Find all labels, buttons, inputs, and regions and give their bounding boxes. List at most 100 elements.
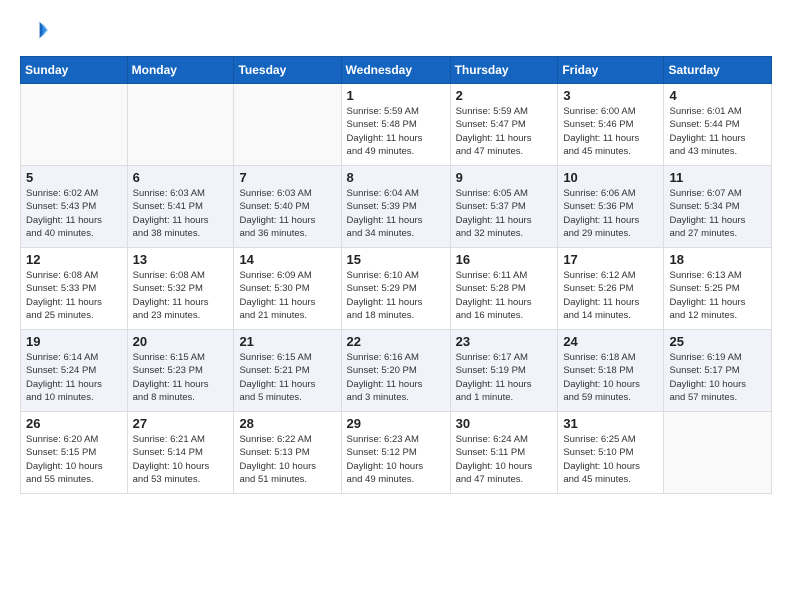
calendar-cell	[21, 84, 128, 166]
day-number: 5	[26, 170, 122, 185]
calendar-cell: 1 Sunrise: 5:59 AM Sunset: 5:48 PM Daylig…	[341, 84, 450, 166]
day-info: Sunrise: 6:11 AM Sunset: 5:28 PM Dayligh…	[456, 269, 553, 322]
logo	[20, 16, 52, 44]
day-number: 6	[133, 170, 229, 185]
day-number: 7	[239, 170, 335, 185]
calendar-cell: 23 Sunrise: 6:17 AM Sunset: 5:19 PM Dayli…	[450, 330, 558, 412]
day-info: Sunrise: 6:17 AM Sunset: 5:19 PM Dayligh…	[456, 351, 553, 404]
day-info: Sunrise: 5:59 AM Sunset: 5:48 PM Dayligh…	[347, 105, 445, 158]
day-info: Sunrise: 6:14 AM Sunset: 5:24 PM Dayligh…	[26, 351, 122, 404]
calendar-cell: 4 Sunrise: 6:01 AM Sunset: 5:44 PM Daylig…	[664, 84, 772, 166]
day-number: 16	[456, 252, 553, 267]
day-number: 28	[239, 416, 335, 431]
calendar-cell: 27 Sunrise: 6:21 AM Sunset: 5:14 PM Dayli…	[127, 412, 234, 494]
day-info: Sunrise: 6:10 AM Sunset: 5:29 PM Dayligh…	[347, 269, 445, 322]
day-info: Sunrise: 6:15 AM Sunset: 5:21 PM Dayligh…	[239, 351, 335, 404]
day-info: Sunrise: 6:03 AM Sunset: 5:41 PM Dayligh…	[133, 187, 229, 240]
calendar-cell: 31Sunrise: 6:25 AM Sunset: 5:10 PM Dayli…	[558, 412, 664, 494]
day-info: Sunrise: 6:22 AM Sunset: 5:13 PM Dayligh…	[239, 433, 335, 486]
day-number: 25	[669, 334, 766, 349]
calendar-cell: 10Sunrise: 6:06 AM Sunset: 5:36 PM Dayli…	[558, 166, 664, 248]
day-number: 17	[563, 252, 658, 267]
day-info: Sunrise: 6:05 AM Sunset: 5:37 PM Dayligh…	[456, 187, 553, 240]
day-info: Sunrise: 6:20 AM Sunset: 5:15 PM Dayligh…	[26, 433, 122, 486]
day-number: 27	[133, 416, 229, 431]
day-info: Sunrise: 6:24 AM Sunset: 5:11 PM Dayligh…	[456, 433, 553, 486]
logo-icon	[20, 16, 48, 44]
page: SundayMondayTuesdayWednesdayThursdayFrid…	[0, 0, 792, 612]
calendar-cell: 19 Sunrise: 6:14 AM Sunset: 5:24 PM Dayli…	[21, 330, 128, 412]
calendar-cell: 15 Sunrise: 6:10 AM Sunset: 5:29 PM Dayli…	[341, 248, 450, 330]
day-number: 11	[669, 170, 766, 185]
weekday-header: Tuesday	[234, 57, 341, 84]
weekday-header: Thursday	[450, 57, 558, 84]
day-number: 13	[133, 252, 229, 267]
calendar-cell: 9 Sunrise: 6:05 AM Sunset: 5:37 PM Daylig…	[450, 166, 558, 248]
calendar-cell: 26 Sunrise: 6:20 AM Sunset: 5:15 PM Dayli…	[21, 412, 128, 494]
calendar-cell	[664, 412, 772, 494]
weekday-header: Friday	[558, 57, 664, 84]
day-number: 30	[456, 416, 553, 431]
day-number: 15	[347, 252, 445, 267]
day-info: Sunrise: 5:59 AM Sunset: 5:47 PM Dayligh…	[456, 105, 553, 158]
weekday-header-row: SundayMondayTuesdayWednesdayThursdayFrid…	[21, 57, 772, 84]
calendar-cell: 17 Sunrise: 6:12 AM Sunset: 5:26 PM Dayli…	[558, 248, 664, 330]
day-number: 26	[26, 416, 122, 431]
day-number: 20	[133, 334, 229, 349]
day-info: Sunrise: 6:01 AM Sunset: 5:44 PM Dayligh…	[669, 105, 766, 158]
day-number: 12	[26, 252, 122, 267]
calendar-cell: 21 Sunrise: 6:15 AM Sunset: 5:21 PM Dayli…	[234, 330, 341, 412]
calendar-week-row: 19 Sunrise: 6:14 AM Sunset: 5:24 PM Dayli…	[21, 330, 772, 412]
day-info: Sunrise: 6:18 AM Sunset: 5:18 PM Dayligh…	[563, 351, 658, 404]
day-info: Sunrise: 6:12 AM Sunset: 5:26 PM Dayligh…	[563, 269, 658, 322]
day-info: Sunrise: 6:04 AM Sunset: 5:39 PM Dayligh…	[347, 187, 445, 240]
day-info: Sunrise: 6:02 AM Sunset: 5:43 PM Dayligh…	[26, 187, 122, 240]
calendar-cell: 22 Sunrise: 6:16 AM Sunset: 5:20 PM Dayli…	[341, 330, 450, 412]
day-number: 29	[347, 416, 445, 431]
calendar-cell: 13Sunrise: 6:08 AM Sunset: 5:32 PM Dayli…	[127, 248, 234, 330]
day-number: 9	[456, 170, 553, 185]
day-number: 4	[669, 88, 766, 103]
day-info: Sunrise: 6:00 AM Sunset: 5:46 PM Dayligh…	[563, 105, 658, 158]
day-number: 23	[456, 334, 553, 349]
calendar-cell: 18 Sunrise: 6:13 AM Sunset: 5:25 PM Dayli…	[664, 248, 772, 330]
day-number: 19	[26, 334, 122, 349]
header	[20, 16, 772, 44]
calendar-week-row: 12 Sunrise: 6:08 AM Sunset: 5:33 PM Dayli…	[21, 248, 772, 330]
calendar-cell: 12 Sunrise: 6:08 AM Sunset: 5:33 PM Dayli…	[21, 248, 128, 330]
day-info: Sunrise: 6:15 AM Sunset: 5:23 PM Dayligh…	[133, 351, 229, 404]
calendar-week-row: 26 Sunrise: 6:20 AM Sunset: 5:15 PM Dayli…	[21, 412, 772, 494]
calendar-cell: 25 Sunrise: 6:19 AM Sunset: 5:17 PM Dayli…	[664, 330, 772, 412]
day-info: Sunrise: 6:09 AM Sunset: 5:30 PM Dayligh…	[239, 269, 335, 322]
calendar-cell: 28 Sunrise: 6:22 AM Sunset: 5:13 PM Dayli…	[234, 412, 341, 494]
day-number: 8	[347, 170, 445, 185]
calendar-cell: 16 Sunrise: 6:11 AM Sunset: 5:28 PM Dayli…	[450, 248, 558, 330]
day-number: 22	[347, 334, 445, 349]
day-number: 3	[563, 88, 658, 103]
day-number: 31	[563, 416, 658, 431]
day-number: 14	[239, 252, 335, 267]
day-info: Sunrise: 6:23 AM Sunset: 5:12 PM Dayligh…	[347, 433, 445, 486]
weekday-header: Saturday	[664, 57, 772, 84]
calendar-cell: 2 Sunrise: 5:59 AM Sunset: 5:47 PM Daylig…	[450, 84, 558, 166]
day-info: Sunrise: 6:07 AM Sunset: 5:34 PM Dayligh…	[669, 187, 766, 240]
calendar-cell: 30 Sunrise: 6:24 AM Sunset: 5:11 PM Dayli…	[450, 412, 558, 494]
day-info: Sunrise: 6:13 AM Sunset: 5:25 PM Dayligh…	[669, 269, 766, 322]
calendar-cell: 24 Sunrise: 6:18 AM Sunset: 5:18 PM Dayli…	[558, 330, 664, 412]
calendar-cell: 8 Sunrise: 6:04 AM Sunset: 5:39 PM Daylig…	[341, 166, 450, 248]
day-number: 18	[669, 252, 766, 267]
calendar-cell: 7Sunrise: 6:03 AM Sunset: 5:40 PM Daylig…	[234, 166, 341, 248]
day-info: Sunrise: 6:06 AM Sunset: 5:36 PM Dayligh…	[563, 187, 658, 240]
day-info: Sunrise: 6:08 AM Sunset: 5:33 PM Dayligh…	[26, 269, 122, 322]
weekday-header: Sunday	[21, 57, 128, 84]
day-number: 24	[563, 334, 658, 349]
day-info: Sunrise: 6:16 AM Sunset: 5:20 PM Dayligh…	[347, 351, 445, 404]
day-info: Sunrise: 6:21 AM Sunset: 5:14 PM Dayligh…	[133, 433, 229, 486]
calendar-cell: 6 Sunrise: 6:03 AM Sunset: 5:41 PM Daylig…	[127, 166, 234, 248]
day-info: Sunrise: 6:19 AM Sunset: 5:17 PM Dayligh…	[669, 351, 766, 404]
calendar-cell: 29 Sunrise: 6:23 AM Sunset: 5:12 PM Dayli…	[341, 412, 450, 494]
day-number: 2	[456, 88, 553, 103]
calendar-cell: 20 Sunrise: 6:15 AM Sunset: 5:23 PM Dayli…	[127, 330, 234, 412]
day-number: 1	[347, 88, 445, 103]
day-number: 21	[239, 334, 335, 349]
